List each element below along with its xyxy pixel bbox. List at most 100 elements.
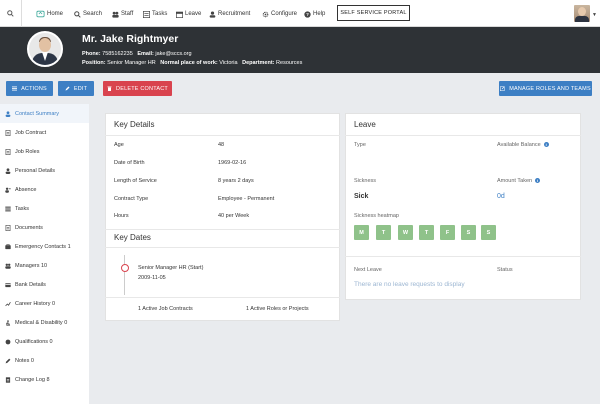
sick-value: Sick <box>354 193 369 200</box>
menu-icon <box>12 86 18 91</box>
sidebar-item-managers[interactable]: Managers 10 <box>0 256 89 275</box>
sidebar-item-label: Absence <box>15 186 37 193</box>
position-value: Senior Manager HR <box>107 60 156 66</box>
sidebar-item-job-roles[interactable]: Job Roles <box>0 142 89 161</box>
dob-label: Date of Birth <box>114 160 145 166</box>
nav-help-label: Help <box>313 11 326 17</box>
sidebar-item-label: Bank Details <box>15 281 46 288</box>
career-icon <box>5 301 11 306</box>
leave-title: Leave <box>354 120 376 129</box>
sidebar-item-medical-disability[interactable]: Medical & Disability 0 <box>0 313 89 332</box>
managers-icon <box>5 263 11 269</box>
profile-contact-line: Phone: 7585162235 Email: jake@sccs.org <box>82 51 192 57</box>
age-label: Age <box>114 142 124 148</box>
nav-home-label: Home <box>47 11 64 17</box>
nav-leave[interactable]: Leave <box>176 9 201 19</box>
user-avatar[interactable] <box>574 5 590 22</box>
nav-staff[interactable]: Staff <box>112 9 133 19</box>
notes-icon <box>5 358 11 363</box>
manage-roles-button-label: MANAGE ROLES AND TEAMS <box>509 85 591 92</box>
svg-text:?: ? <box>306 12 309 17</box>
service-length-value: 8 years 2 days <box>218 178 254 184</box>
active-job-contracts-link[interactable]: 1 Active Job Contracts <box>138 306 193 312</box>
email-label: Email: <box>137 51 154 57</box>
heatmap-day-tue: T <box>376 225 391 240</box>
chevron-down-icon[interactable]: ▼ <box>592 12 597 18</box>
nav-configure[interactable]: Configure <box>262 9 297 19</box>
sidebar-item-emergency-contacts[interactable]: Emergency Contacts 1 <box>0 237 89 256</box>
key-date-event: Senior Manager HR (Start) <box>138 265 204 271</box>
search-icon <box>74 10 81 18</box>
info-icon[interactable]: i <box>535 178 541 184</box>
heatmap-day-thu: T <box>419 225 434 240</box>
document-icon <box>5 224 11 231</box>
timeline-marker <box>121 264 129 272</box>
home-icon <box>36 10 45 18</box>
sidebar-item-absence[interactable]: Absence <box>0 180 89 199</box>
key-date-value: 2009-11-05 <box>138 275 166 281</box>
sidebar-item-notes[interactable]: Notes 0 <box>0 351 89 370</box>
absence-icon <box>5 187 11 193</box>
sidebar-item-bank-details[interactable]: Bank Details <box>0 275 89 294</box>
heatmap-day-sat: S <box>461 225 476 240</box>
next-leave-label: Next Leave <box>354 267 382 273</box>
sidebar-item-change-log[interactable]: Change Log 8 <box>0 370 89 389</box>
nav-tasks[interactable]: Tasks <box>143 9 167 19</box>
hours-value: 40 per Week <box>218 213 250 219</box>
edit-button[interactable]: EDIT <box>58 81 94 96</box>
heatmap-day-wed: W <box>398 225 413 240</box>
nav-configure-label: Configure <box>271 11 298 17</box>
bank-icon <box>5 282 11 287</box>
phone-label: Phone: <box>82 51 101 57</box>
medical-icon <box>6 319 11 326</box>
person-icon <box>5 167 11 174</box>
info-icon[interactable]: i <box>543 142 549 148</box>
sidebar-item-job-contract[interactable]: Job Contract <box>0 123 89 142</box>
sidebar-item-label: Qualifications 0 <box>15 338 53 345</box>
sickness-label: Sickness <box>354 178 377 184</box>
sidebar-item-label: Documents <box>15 224 43 231</box>
manage-roles-button[interactable]: MANAGE ROLES AND TEAMS <box>499 81 592 96</box>
sidebar-item-documents[interactable]: Documents <box>0 218 89 237</box>
key-details-title: Key Details <box>114 120 155 129</box>
nav-home[interactable]: Home <box>36 9 63 19</box>
sidebar-item-contact-summary[interactable]: Contact Summary <box>0 104 89 123</box>
actions-button[interactable]: ACTIONS <box>6 81 53 96</box>
nav-help[interactable]: ? Help <box>304 9 325 19</box>
search-icon <box>7 10 14 17</box>
sidebar-item-tasks[interactable]: Tasks <box>0 199 89 218</box>
self-service-portal-button[interactable]: SELF SERVICE PORTAL <box>337 5 410 21</box>
sidebar-item-label: Change Log 8 <box>15 376 50 383</box>
sidebar-item-label: Managers 10 <box>15 262 48 269</box>
contract-type-value: Employee - Permanent <box>218 196 275 202</box>
department-value: Resources <box>276 60 303 66</box>
service-length-label: Length of Service <box>114 178 157 184</box>
pencil-icon <box>65 86 70 91</box>
gear-icon <box>262 11 269 17</box>
hours-label: Hours <box>114 213 129 219</box>
contract-type-label: Contract Type <box>114 196 149 202</box>
amount-taken-value: 0d <box>497 193 505 200</box>
nav-recruitment[interactable]: Recruitment <box>209 9 250 19</box>
trash-icon <box>107 86 112 91</box>
nav-search[interactable]: Search <box>74 9 102 19</box>
heatmap-day-mon: M <box>354 225 369 240</box>
sidebar-item-label: Job Roles <box>15 148 40 155</box>
dob-value: 1969-02-16 <box>218 160 247 166</box>
active-roles-link[interactable]: 1 Active Roles or Projects <box>246 306 309 312</box>
edit-button-label: EDIT <box>73 85 88 92</box>
sidebar-item-personal-details[interactable]: Personal Details <box>0 161 89 180</box>
department-label: Department: <box>242 60 275 66</box>
delete-contact-button-label: DELETE CONTACT <box>116 85 168 92</box>
sidebar-item-career-history[interactable]: Career History 0 <box>0 294 89 313</box>
search-button[interactable] <box>0 0 22 27</box>
age-value: 48 <box>218 142 225 148</box>
nav-leave-label: Leave <box>185 11 202 17</box>
tasks-icon <box>5 206 11 211</box>
sidebar-item-qualifications[interactable]: Qualifications 0 <box>0 332 89 351</box>
delete-contact-button[interactable]: DELETE CONTACT <box>103 81 172 96</box>
profile-name: Mr. Jake Rightmyer <box>82 33 179 45</box>
sickness-heatmap-label: Sickness heatmap <box>354 213 399 219</box>
sidebar-item-label: Career History 0 <box>15 300 56 307</box>
sidebar-item-label: Personal Details <box>15 167 56 174</box>
